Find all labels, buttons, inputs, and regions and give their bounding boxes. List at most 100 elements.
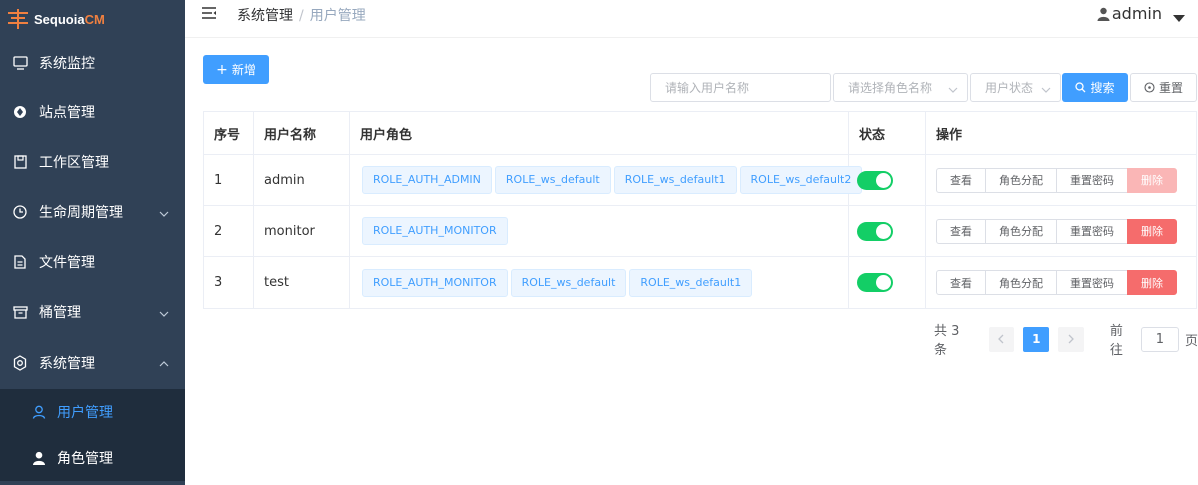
chevron-down-icon	[159, 305, 169, 321]
page-number-button[interactable]: 1	[1023, 326, 1050, 352]
sidebar-item-label: 桶管理	[39, 305, 81, 321]
logo[interactable]: SequoiaCM	[0, 0, 185, 38]
column-header: 用户名称	[254, 112, 350, 154]
delete-button[interactable]: 删除	[1127, 270, 1177, 295]
sidebar-item-label: 文件管理	[39, 255, 95, 271]
reset-password-button[interactable]: 重置密码	[1056, 270, 1128, 295]
sidebar-item-users[interactable]: 用户管理	[0, 389, 185, 435]
monitor-icon	[12, 55, 28, 71]
row-username: admin	[254, 155, 350, 205]
page-suffix: 页	[1184, 333, 1198, 349]
reset-button[interactable]: 重置	[1130, 73, 1197, 102]
next-page-button[interactable]	[1058, 326, 1084, 352]
sidebar-item-label: 生命周期管理	[39, 205, 123, 221]
role-tag: ROLE_AUTH_MONITOR	[362, 217, 508, 245]
chevron-up-icon	[159, 355, 169, 371]
user-menu[interactable]: admin	[1097, 4, 1185, 23]
search-icon	[1075, 82, 1086, 93]
row-index: 3	[204, 257, 254, 308]
role-tag: ROLE_ws_default1	[629, 268, 753, 297]
add-button[interactable]: + 新增	[203, 55, 269, 84]
row-username: monitor	[254, 206, 350, 256]
view-button[interactable]: 查看	[936, 218, 986, 244]
role-tag: ROLE_ws_default2	[739, 166, 863, 194]
breadcrumb: 系统管理 / 用户管理	[237, 5, 366, 25]
user-table: 序号 用户名称 用户角色 状态 操作 1 admin ROLE_AUTH_ADM…	[203, 111, 1197, 309]
breadcrumb-separator: /	[299, 8, 304, 24]
hamburger-icon[interactable]	[201, 6, 217, 24]
row-index: 2	[204, 206, 254, 256]
role-select[interactable]: 请选择角色名称	[833, 73, 968, 102]
reset-password-button[interactable]: 重置密码	[1056, 218, 1128, 244]
delete-button[interactable]: 删除	[1127, 167, 1177, 193]
reset-password-button[interactable]: 重置密码	[1056, 167, 1128, 193]
sidebar-item-lifecycle[interactable]: 生命周期管理	[0, 187, 185, 237]
sidebar-item-monitor[interactable]: 系统监控	[0, 38, 185, 87]
sidebar-item-files[interactable]: 文件管理	[0, 237, 185, 287]
plus-icon: +	[216, 61, 228, 78]
row-actions: 查看 角色分配 重置密码 删除	[926, 155, 1196, 205]
chevron-right-icon	[1068, 334, 1074, 344]
breadcrumb-item[interactable]: 系统管理	[237, 8, 293, 24]
clock-icon	[12, 204, 28, 220]
site-icon	[12, 104, 28, 120]
pagination-total: 共 3 条	[934, 324, 960, 358]
role-tag: ROLE_AUTH_ADMIN	[362, 166, 492, 194]
status-switch[interactable]	[857, 273, 893, 292]
sidebar-item-label: 角色管理	[57, 451, 113, 467]
delete-button[interactable]: 删除	[1127, 218, 1177, 244]
breadcrumb-current: 用户管理	[309, 8, 366, 24]
table-header: 序号 用户名称 用户角色 状态 操作	[204, 112, 1196, 155]
goto-page-input[interactable]: 1	[1140, 326, 1179, 352]
table-row: 1 admin ROLE_AUTH_ADMIN ROLE_ws_default …	[204, 155, 1196, 206]
row-status	[849, 155, 926, 205]
sidebar-item-label: 系统管理	[39, 356, 95, 372]
logo-text: Sequoia	[34, 11, 85, 27]
sidebar-item-bucket[interactable]: 桶管理	[0, 287, 185, 337]
column-header: 序号	[204, 112, 254, 154]
username: admin	[1111, 4, 1162, 23]
sidebar-item-system[interactable]: 系统管理	[0, 337, 185, 389]
status-switch[interactable]	[857, 221, 893, 241]
column-header: 操作	[936, 127, 963, 143]
view-button[interactable]: 查看	[936, 167, 986, 193]
table-row: 3 test ROLE_AUTH_MONITOR ROLE_ws_default…	[204, 257, 1196, 308]
role-tag: ROLE_ws_default	[510, 268, 627, 297]
sidebar-item-workspace[interactable]: 工作区管理	[0, 137, 185, 187]
user-avatar-icon	[1097, 7, 1110, 21]
user-icon	[31, 404, 47, 420]
username-placeholder: 请输入用户名称	[665, 81, 750, 95]
sidebar-item-label: 工作区管理	[39, 155, 109, 171]
caret-down-icon	[1172, 8, 1188, 27]
workspace-icon	[12, 154, 28, 170]
row-status	[849, 206, 926, 256]
bucket-icon	[12, 304, 28, 320]
add-button-label: 新增	[231, 63, 256, 77]
prev-page-button[interactable]	[988, 326, 1015, 352]
assign-role-button[interactable]: 角色分配	[985, 218, 1057, 244]
sidebar-item-site[interactable]: 站点管理	[0, 87, 185, 137]
assign-role-button[interactable]: 角色分配	[985, 270, 1057, 295]
user-filled-icon	[31, 450, 47, 466]
column-header: 用户角色	[350, 112, 849, 154]
chevron-down-icon	[948, 82, 958, 96]
column-header: 状态	[849, 112, 926, 154]
status-switch[interactable]	[857, 170, 893, 190]
top-navbar: 系统管理 / 用户管理 admin	[185, 0, 1198, 38]
file-icon	[12, 254, 28, 270]
row-roles: ROLE_AUTH_MONITOR ROLE_ws_default ROLE_w…	[350, 257, 849, 308]
status-placeholder: 用户状态	[985, 81, 1034, 95]
sidebar-item-roles[interactable]: 角色管理	[0, 435, 185, 481]
view-button[interactable]: 查看	[936, 270, 986, 295]
chevron-down-icon	[159, 205, 169, 221]
row-actions: 查看 角色分配 重置密码 删除	[926, 206, 1196, 256]
row-roles: ROLE_AUTH_ADMIN ROLE_ws_default ROLE_ws_…	[350, 155, 863, 205]
assign-role-button[interactable]: 角色分配	[985, 167, 1057, 193]
search-button[interactable]: 搜索	[1062, 73, 1128, 102]
username-search-input[interactable]: 请输入用户名称	[650, 73, 831, 102]
chevron-left-icon	[998, 334, 1004, 344]
role-tag: ROLE_ws_default1	[613, 166, 737, 194]
sidebar-item-label: 站点管理	[39, 105, 95, 121]
status-select[interactable]: 用户状态	[970, 73, 1061, 102]
pagination: 共 3 条 1 前往 1 页	[934, 320, 1198, 358]
